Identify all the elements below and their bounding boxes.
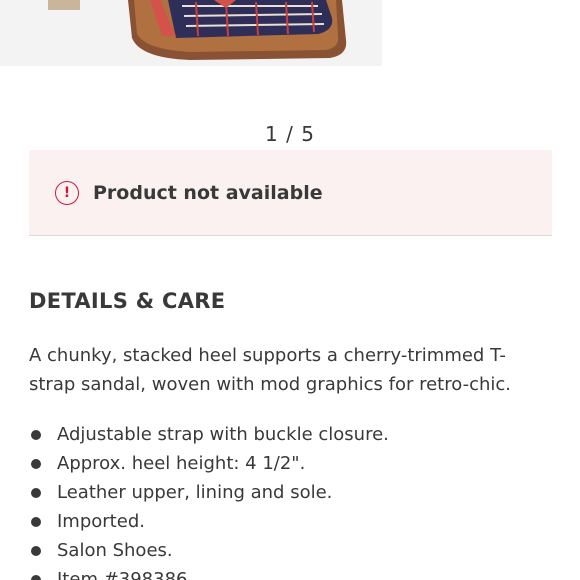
product-page: 1 / 5 ! Product not available DETAILS & … <box>0 0 580 580</box>
list-item: Leather upper, lining and sole. <box>29 478 549 507</box>
product-image[interactable] <box>0 0 382 66</box>
alert-message: Product not available <box>93 181 323 204</box>
details-bullet-list: Adjustable strap with buckle closure. Ap… <box>29 420 549 580</box>
details-description: A chunky, stacked heel supports a cherry… <box>29 345 511 395</box>
details-title: DETAILS & CARE <box>29 289 226 313</box>
list-item: Imported. <box>29 507 549 536</box>
list-item: Salon Shoes. <box>29 536 549 565</box>
list-item: Adjustable strap with buckle closure. <box>29 420 549 449</box>
sandal-image <box>0 0 382 66</box>
alert-circle-icon: ! <box>55 180 79 205</box>
gallery-pager: 1 / 5 <box>265 122 315 146</box>
list-item: Item #398386 <box>29 565 549 580</box>
list-item: Approx. heel height: 4 1/2". <box>29 449 549 478</box>
product-unavailable-alert: ! Product not available <box>29 150 552 236</box>
